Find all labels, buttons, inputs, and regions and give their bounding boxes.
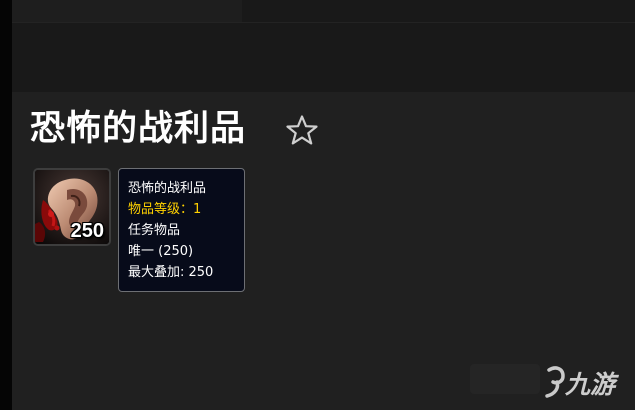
watermark: 九游: [543, 364, 633, 400]
watermark-bar: [470, 364, 540, 394]
item-icon[interactable]: 250: [33, 168, 111, 246]
favorite-button[interactable]: [285, 114, 319, 146]
tooltip-item-name: 恐怖的战利品: [128, 181, 207, 196]
header-strip: [12, 0, 242, 22]
item-tooltip: 恐怖的战利品 物品等级：1 任务物品 唯一 (250) 最大叠加: 250: [118, 168, 245, 292]
tooltip-max-stack: 最大叠加: 250: [128, 265, 214, 280]
page-title: 恐怖的战利品: [30, 109, 247, 149]
header-divider: [12, 22, 635, 23]
tooltip-item-type: 任务物品: [128, 223, 181, 238]
svg-text:九游: 九游: [564, 370, 620, 399]
star-outline-icon: [286, 115, 318, 145]
left-edge-bar: [0, 0, 12, 410]
nine-game-logo-icon: 九游: [545, 366, 620, 399]
stack-count: 250: [70, 220, 104, 242]
tooltip-unique: 唯一 (250): [128, 244, 194, 259]
tooltip-item-level: 物品等级：1: [128, 202, 202, 217]
